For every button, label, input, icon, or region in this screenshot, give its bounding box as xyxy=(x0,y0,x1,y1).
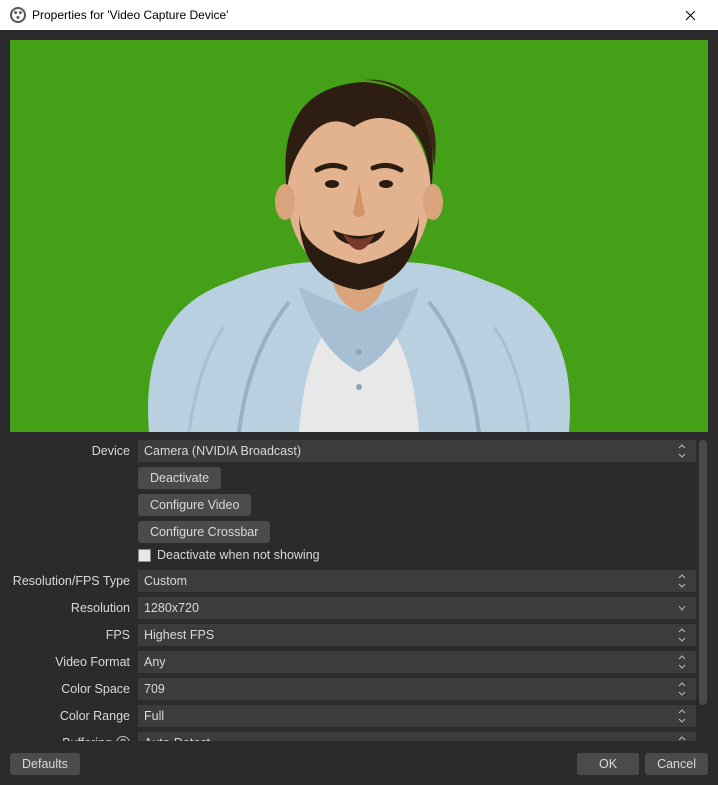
updown-icon xyxy=(674,570,690,592)
row-res-fps-type: Resolution/FPS Type Custom xyxy=(10,570,696,592)
row-color-range: Color Range Full xyxy=(10,705,696,727)
chevron-down-icon xyxy=(674,597,690,619)
titlebar-left: Properties for 'Video Capture Device' xyxy=(10,7,228,23)
row-deactivate-not-showing: Deactivate when not showing xyxy=(138,548,696,562)
titlebar: Properties for 'Video Capture Device' xyxy=(0,0,718,30)
row-fps: FPS Highest FPS xyxy=(10,624,696,646)
cancel-button[interactable]: Cancel xyxy=(645,753,708,775)
footer-right: OK Cancel xyxy=(577,753,708,775)
select-color-space[interactable]: 709 xyxy=(138,678,696,700)
select-res-fps-type-value: Custom xyxy=(144,574,187,588)
configure-video-button[interactable]: Configure Video xyxy=(138,494,251,516)
select-buffering-value: Auto-Detect xyxy=(144,736,210,741)
help-icon[interactable]: ? xyxy=(116,736,130,741)
select-color-space-value: 709 xyxy=(144,682,165,696)
form-region: Device Camera (NVIDIA Broadcast) Deactiv… xyxy=(10,440,708,741)
label-buffering: Buffering ? xyxy=(10,736,130,741)
window-title: Properties for 'Video Capture Device' xyxy=(32,8,228,22)
select-color-range-value: Full xyxy=(144,709,164,723)
updown-icon xyxy=(674,624,690,646)
row-buffering: Buffering ? Auto-Detect xyxy=(10,732,696,741)
close-button[interactable] xyxy=(672,1,708,29)
updown-icon xyxy=(674,440,690,462)
form-scroll: Device Camera (NVIDIA Broadcast) Deactiv… xyxy=(10,440,696,741)
select-video-format-value: Any xyxy=(144,655,166,669)
select-color-range[interactable]: Full xyxy=(138,705,696,727)
row-resolution: Resolution 1280x720 xyxy=(10,597,696,619)
video-preview xyxy=(10,40,708,432)
select-video-format[interactable]: Any xyxy=(138,651,696,673)
label-fps: FPS xyxy=(10,628,130,642)
configure-crossbar-button[interactable]: Configure Crossbar xyxy=(138,521,270,543)
updown-icon xyxy=(674,705,690,727)
select-device-value: Camera (NVIDIA Broadcast) xyxy=(144,444,301,458)
select-fps-value: Highest FPS xyxy=(144,628,214,642)
dialog-footer: Defaults OK Cancel xyxy=(10,749,708,775)
row-color-space: Color Space 709 xyxy=(10,678,696,700)
label-video-format: Video Format xyxy=(10,655,130,669)
row-device: Device Camera (NVIDIA Broadcast) xyxy=(10,440,696,462)
obs-app-icon xyxy=(10,7,26,23)
select-buffering[interactable]: Auto-Detect xyxy=(138,732,696,741)
label-device: Device xyxy=(10,444,130,458)
scrollbar-track[interactable] xyxy=(698,440,708,741)
select-fps[interactable]: Highest FPS xyxy=(138,624,696,646)
label-color-space: Color Space xyxy=(10,682,130,696)
person-silhouette xyxy=(119,52,599,432)
label-resolution: Resolution xyxy=(10,601,130,615)
label-deactivate-not-showing: Deactivate when not showing xyxy=(157,548,320,562)
label-buffering-text: Buffering xyxy=(62,736,112,741)
row-video-format: Video Format Any xyxy=(10,651,696,673)
select-res-fps-type[interactable]: Custom xyxy=(138,570,696,592)
updown-icon xyxy=(674,732,690,741)
select-device[interactable]: Camera (NVIDIA Broadcast) xyxy=(138,440,696,462)
combo-resolution[interactable]: 1280x720 xyxy=(138,597,696,619)
defaults-button[interactable]: Defaults xyxy=(10,753,80,775)
label-res-fps-type: Resolution/FPS Type xyxy=(10,574,130,588)
ok-button[interactable]: OK xyxy=(577,753,639,775)
checkbox-deactivate-not-showing[interactable] xyxy=(138,549,151,562)
updown-icon xyxy=(674,678,690,700)
combo-resolution-value: 1280x720 xyxy=(144,601,199,615)
label-color-range: Color Range xyxy=(10,709,130,723)
close-icon xyxy=(685,10,696,21)
deactivate-button[interactable]: Deactivate xyxy=(138,467,221,489)
updown-icon xyxy=(674,651,690,673)
dialog-body: Device Camera (NVIDIA Broadcast) Deactiv… xyxy=(0,30,718,785)
scrollbar-thumb[interactable] xyxy=(699,440,707,705)
